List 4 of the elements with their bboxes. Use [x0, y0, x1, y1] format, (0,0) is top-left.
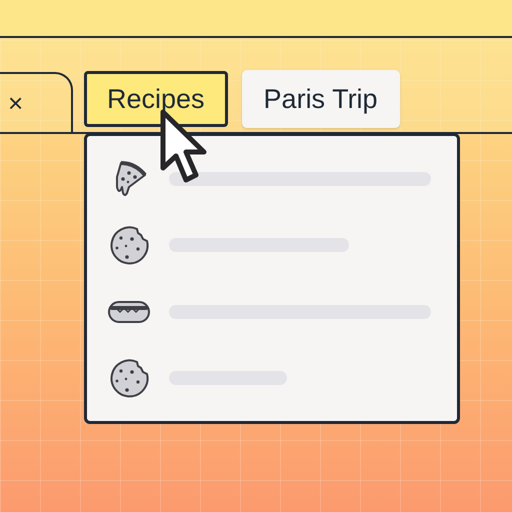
close-icon[interactable]: ×: [8, 90, 24, 116]
tab-group-chip[interactable]: Recipes: [84, 71, 228, 127]
tab-group-chip[interactable]: Paris Trip: [242, 70, 400, 128]
browser-tab[interactable]: ×: [0, 72, 73, 132]
